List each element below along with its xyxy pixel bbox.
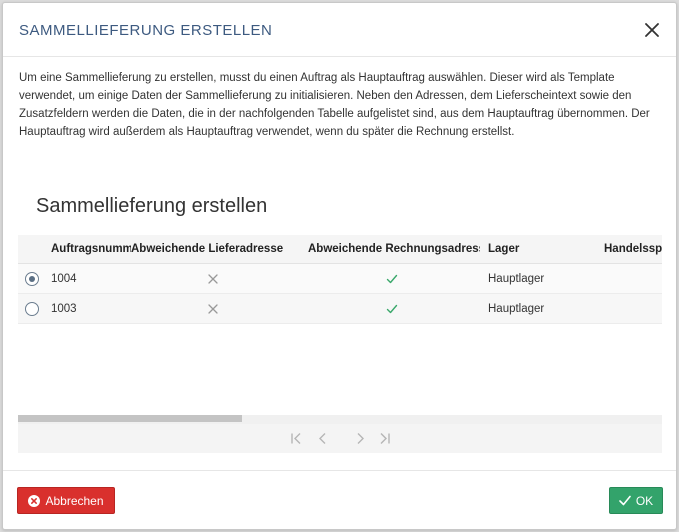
cross-icon <box>208 274 218 284</box>
dialog-header: SAMMELLIEFERUNG ERSTELLEN <box>3 3 676 57</box>
column-header-warehouse[interactable]: Lager <box>488 235 598 264</box>
margin <box>604 264 662 294</box>
ok-label: OK <box>635 493 654 508</box>
table-row[interactable]: 1003 Hauptlager <box>18 294 662 324</box>
row-select-radio[interactable] <box>25 272 39 286</box>
section-title: Sammellieferung erstellen <box>36 195 268 217</box>
scrollbar-thumb[interactable] <box>18 415 242 422</box>
column-header-alt-billing[interactable]: Abweichende Rechnungsadresse <box>308 235 480 264</box>
previous-page-icon[interactable] <box>316 432 330 445</box>
column-header-margin[interactable]: Handelsspanne <box>604 235 662 264</box>
cancel-circle-icon <box>28 494 41 507</box>
cross-icon <box>208 304 218 314</box>
table-row[interactable]: 1004 Hauptlager <box>18 264 662 294</box>
check-icon <box>619 495 631 506</box>
warehouse: Hauptlager <box>488 273 545 285</box>
close-icon <box>645 23 659 37</box>
grid-header: Auftragsnummer Abweichende Lieferadresse… <box>18 235 662 264</box>
next-page-icon[interactable] <box>353 432 367 445</box>
warehouse: Hauptlager <box>488 303 545 315</box>
close-button[interactable] <box>642 20 662 40</box>
ok-button[interactable]: OK <box>609 487 663 514</box>
order-number: 1004 <box>51 273 77 285</box>
dialog-footer: Abbrechen OK <box>3 470 676 530</box>
column-header-alt-delivery[interactable]: Abweichende Lieferadresse <box>131 235 309 264</box>
cancel-label: Abbrechen <box>45 493 104 508</box>
cancel-button[interactable]: Abbrechen <box>17 487 115 514</box>
row-select-radio[interactable] <box>25 302 39 316</box>
order-number: 1003 <box>51 303 77 315</box>
column-header-order-number[interactable]: Auftragsnummer <box>51 235 131 264</box>
horizontal-scrollbar[interactable] <box>18 415 662 424</box>
pagination-bar <box>18 424 662 453</box>
first-page-icon[interactable] <box>290 432 304 445</box>
margin <box>604 294 662 324</box>
last-page-icon[interactable] <box>377 432 391 445</box>
orders-grid: Auftragsnummer Abweichende Lieferadresse… <box>18 235 662 453</box>
dialog: SAMMELLIEFERUNG ERSTELLEN Um eine Sammel… <box>2 2 677 530</box>
check-icon <box>386 274 398 284</box>
dialog-title: SAMMELLIEFERUNG ERSTELLEN <box>19 22 273 39</box>
check-icon <box>386 304 398 314</box>
intro-text: Um eine Sammellieferung zu erstellen, mu… <box>19 72 650 138</box>
